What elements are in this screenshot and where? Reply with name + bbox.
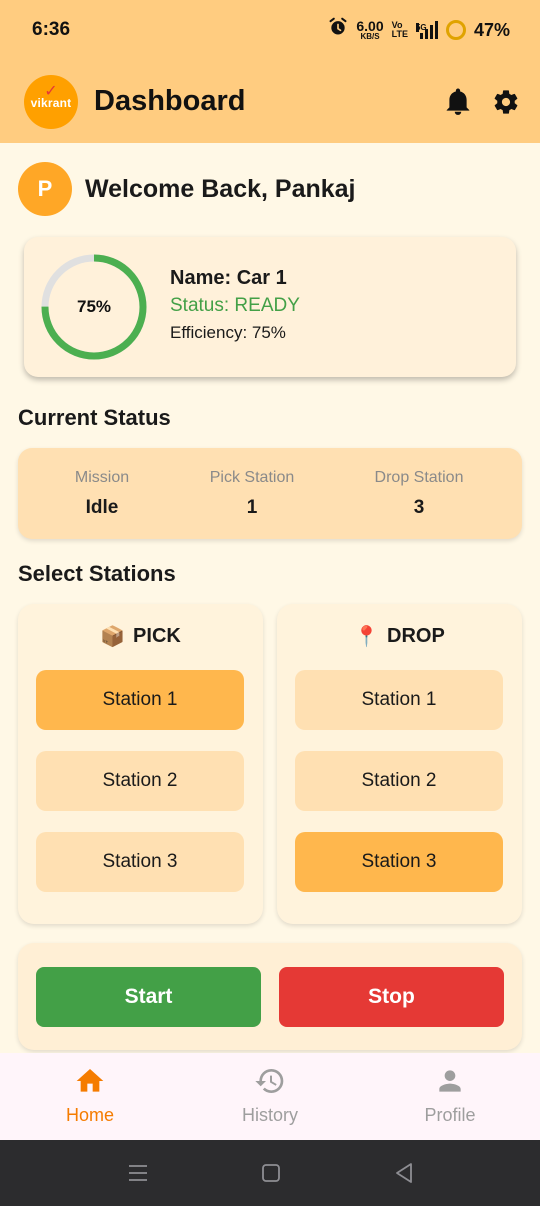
status-time: 6:36 bbox=[32, 19, 71, 40]
gear-icon[interactable] bbox=[490, 86, 522, 118]
back-icon[interactable] bbox=[394, 1162, 414, 1184]
net-speed: 6.00 KB/S bbox=[356, 18, 384, 41]
drop-header: 📍 DROP bbox=[277, 624, 522, 649]
drop-station-2-button[interactable]: Station 2 bbox=[295, 751, 503, 811]
drop-station-3-button[interactable]: Station 3 bbox=[295, 832, 503, 892]
welcome-text: Welcome Back, Pankaj bbox=[85, 174, 356, 203]
nav-history[interactable]: History bbox=[180, 1053, 360, 1140]
pick-station-2-button[interactable]: Station 2 bbox=[36, 751, 244, 811]
pick-station-1-button[interactable]: Station 1 bbox=[36, 670, 244, 730]
status-drop-station: Drop Station 3 bbox=[374, 469, 464, 518]
home-icon bbox=[76, 1069, 104, 1092]
welcome-row: P Welcome Back, Pankaj bbox=[18, 162, 356, 216]
app-bar: ✓ vikrant Dashboard bbox=[0, 60, 540, 143]
logo-mark-icon: ✓ bbox=[44, 82, 58, 100]
drop-panel: 📍 DROP Station 1 Station 2 Station 3 bbox=[277, 604, 522, 924]
nav-profile[interactable]: Profile bbox=[360, 1053, 540, 1140]
person-icon bbox=[439, 1070, 461, 1092]
drop-label: DROP bbox=[387, 625, 445, 647]
app-header: 6:36 6.00 KB/S Vo LTE 5G 47% ✓ vikrant D… bbox=[0, 0, 540, 143]
pick-header: 📦 PICK bbox=[18, 624, 263, 649]
car-name: Name: Car 1 bbox=[170, 267, 287, 289]
status-indicators: 6.00 KB/S Vo LTE 5G 47% bbox=[328, 17, 510, 43]
home-square-icon[interactable] bbox=[261, 1163, 281, 1183]
select-stations-title: Select Stations bbox=[18, 561, 176, 586]
pick-station-3-button[interactable]: Station 3 bbox=[36, 832, 244, 892]
page-title: Dashboard bbox=[94, 85, 246, 117]
pick-label: PICK bbox=[133, 625, 181, 647]
progress-label: 75% bbox=[76, 297, 112, 316]
car-efficiency: Efficiency: 75% bbox=[170, 323, 286, 342]
pick-panel: 📦 PICK Station 1 Station 2 Station 3 bbox=[18, 604, 263, 924]
current-status-title: Current Status bbox=[18, 405, 171, 430]
pin-icon: 📍 bbox=[354, 626, 380, 648]
app-logo: ✓ vikrant bbox=[24, 74, 78, 129]
status-bar: 6:36 6.00 KB/S Vo LTE 5G 47% bbox=[0, 0, 540, 60]
battery-ring-icon bbox=[445, 20, 466, 40]
stop-button[interactable]: Stop bbox=[279, 967, 504, 1027]
car-status: Status: READY bbox=[170, 295, 300, 316]
control-card: Start Stop bbox=[18, 943, 522, 1050]
battery-percent: 47% bbox=[473, 19, 510, 40]
history-icon bbox=[255, 1069, 284, 1093]
bottom-navigation: Home History Profile bbox=[0, 1053, 540, 1140]
start-button[interactable]: Start bbox=[36, 967, 261, 1027]
car-card: 75% Name: Car 1 Status: READY Efficiency… bbox=[24, 237, 516, 377]
car-info: Name: Car 1 Status: READY Efficiency: 75… bbox=[170, 267, 300, 343]
recents-icon[interactable] bbox=[128, 1163, 148, 1183]
box-icon: 📦 bbox=[100, 626, 126, 648]
system-navigation-bar bbox=[0, 1140, 540, 1206]
volte-indicator: Vo LTE bbox=[391, 19, 408, 39]
nav-home[interactable]: Home bbox=[0, 1053, 180, 1140]
drop-station-1-button[interactable]: Station 1 bbox=[295, 670, 503, 730]
status-pick-station: Pick Station 1 bbox=[209, 469, 295, 518]
avatar[interactable]: P bbox=[18, 162, 72, 216]
current-status-card: Mission Idle Pick Station 1 Drop Station… bbox=[18, 448, 522, 539]
status-mission: Mission Idle bbox=[74, 469, 130, 518]
alarm-icon bbox=[328, 17, 348, 43]
signal-icon: 5G bbox=[415, 21, 438, 39]
bell-icon[interactable] bbox=[442, 86, 474, 118]
